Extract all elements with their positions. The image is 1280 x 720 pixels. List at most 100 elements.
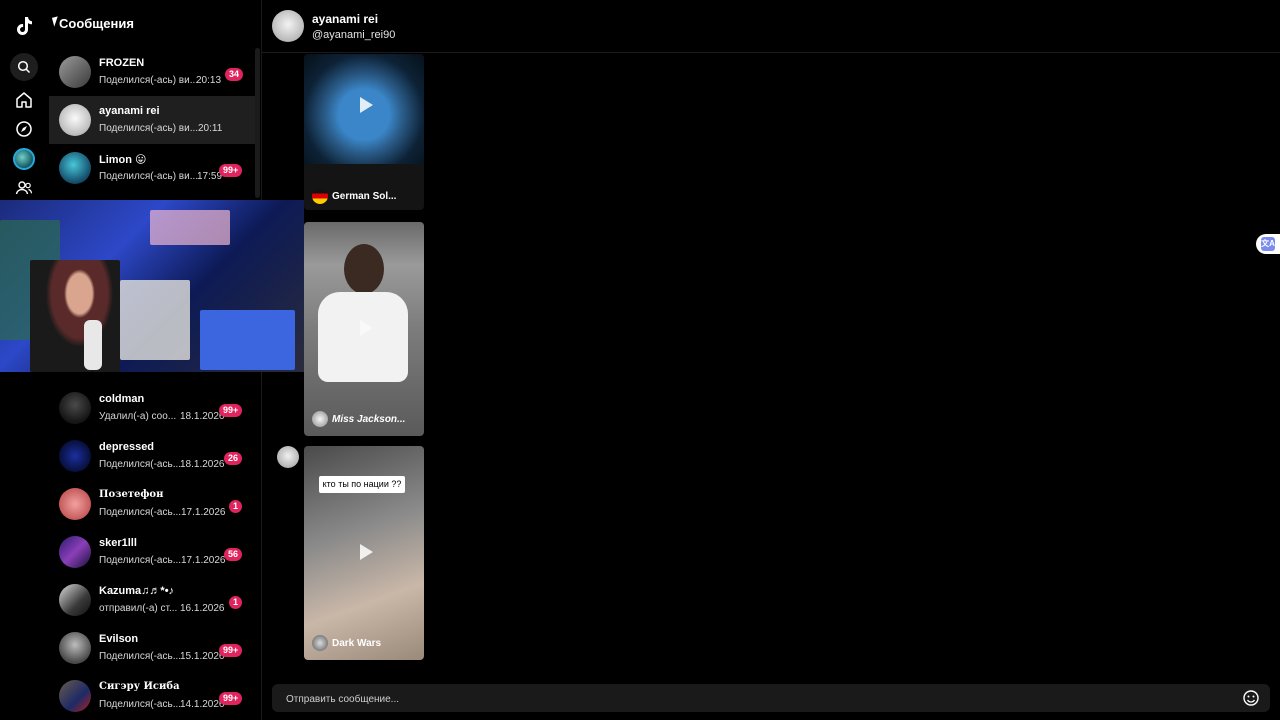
conversation-item[interactable]: Позетефон Поделился(-ась... 17.1.2026 1 <box>49 480 255 528</box>
conversation-time: 18.1.2026 <box>180 411 225 422</box>
globe-avatar-icon[interactable] <box>12 147 36 171</box>
author-avatar <box>312 411 328 427</box>
avatar <box>59 440 91 472</box>
video-caption: Dark Wars <box>312 635 381 651</box>
avatar <box>59 488 91 520</box>
author-avatar <box>312 188 328 204</box>
unread-badge: 1 <box>229 596 242 609</box>
avatar <box>59 392 91 424</box>
conversation-item[interactable]: Limon 😛 Поделился(-ась) ви... 17:59 99+ <box>49 144 255 192</box>
avatar <box>59 152 91 184</box>
home-icon[interactable] <box>12 88 36 112</box>
avatar <box>59 584 91 616</box>
webcam-overlay <box>0 200 304 372</box>
conversation-time: 17:59 <box>197 171 223 182</box>
search-icon[interactable] <box>10 53 38 81</box>
conversation-preview: Поделился(-ась) ви... <box>99 75 199 86</box>
conversation-preview: Поделился(-ась) ви... <box>99 123 199 134</box>
play-icon <box>360 320 373 336</box>
conversation-time: 14.1.2026 <box>180 699 225 710</box>
tiktok-logo-icon[interactable] <box>12 14 36 38</box>
thumbnail-figure <box>344 244 384 294</box>
avatar[interactable] <box>272 10 304 42</box>
conversation-time: 16.1.2026 <box>180 603 225 614</box>
avatar <box>59 56 91 88</box>
conversation-item[interactable]: sker1lll Поделился(-ась... 17.1.2026 56 <box>49 528 255 576</box>
conversation-name: coldman <box>99 393 145 405</box>
unread-badge: 99+ <box>219 644 243 657</box>
video-caption: German Sol... <box>312 188 396 204</box>
video-overlay-text: кто ты по нации ?? <box>319 476 405 493</box>
conversation-time: 20:13 <box>196 75 222 86</box>
conversation-preview: Поделился(-ась... <box>99 459 182 470</box>
translate-icon: 文A <box>1261 237 1275 251</box>
message-composer <box>272 684 1270 714</box>
wall-poster <box>150 210 230 245</box>
sender-avatar[interactable] <box>277 446 299 468</box>
conversation-item[interactable]: Сигэру Исиба Поделился(-ась... 14.1.2026… <box>49 672 255 720</box>
message-input[interactable] <box>284 684 1228 714</box>
caption-text: Miss Jackson... <box>332 413 406 425</box>
chat-handle: @ayanami_rei90 <box>312 29 396 41</box>
unread-badge: 34 <box>225 68 244 81</box>
unread-badge: 99+ <box>219 404 243 417</box>
conversation-item[interactable]: FROZEN Поделился(-ась) ви... 20:13 34 <box>49 48 255 96</box>
caption-text: German Sol... <box>332 190 397 202</box>
conversation-name: Limon 😛 <box>99 154 147 166</box>
author-avatar <box>312 635 328 651</box>
explore-icon[interactable] <box>12 117 36 141</box>
conversation-time: 17.1.2026 <box>181 507 226 518</box>
conversation-name: ayanami rei <box>99 105 160 117</box>
conversation-name: Сигэру Исиба <box>99 681 180 692</box>
emoji-icon[interactable] <box>1242 689 1260 707</box>
conversation-preview: Поделился(-ась... <box>99 507 182 518</box>
shared-video-card[interactable]: кто ты по нации ?? Dark Wars <box>304 446 424 660</box>
conversation-name: FROZEN <box>99 57 145 69</box>
video-caption: Miss Jackson... <box>312 411 405 427</box>
unread-badge: 26 <box>224 452 243 465</box>
wall-poster <box>120 280 190 360</box>
wall-poster <box>200 310 295 370</box>
caption-text: Dark Wars <box>332 637 382 649</box>
conversation-time: 18.1.2026 <box>180 459 225 470</box>
conversation-preview: отправил(-а) ст... <box>99 603 178 614</box>
conversation-preview: Поделился(-ась... <box>99 699 182 710</box>
conversation-preview: Поделился(-ась) ви... <box>99 171 199 182</box>
shared-video-card[interactable]: German Sol... <box>304 54 424 210</box>
conversation-item[interactable]: coldman Удалил(-а) соо... 18.1.2026 99+ <box>49 384 255 432</box>
chat-header: ayanami rei @ayanami_rei90 <box>262 0 1280 53</box>
conversation-time: 20:11 <box>198 123 223 134</box>
avatar <box>59 104 91 136</box>
play-icon <box>360 544 373 560</box>
page-title: Сообщения <box>59 16 134 31</box>
chat-title[interactable]: ayanami rei <box>312 12 378 26</box>
conversation-item[interactable]: Kazuma♫♬*•♪ отправил(-а) ст... 16.1.2026… <box>49 576 255 624</box>
conversation-name: depressed <box>99 441 155 453</box>
unread-badge: 1 <box>229 500 242 513</box>
conversation-preview: Удалил(-а) соо... <box>99 411 177 422</box>
shared-video-card[interactable]: Miss Jackson... <box>304 222 424 436</box>
conversation-item[interactable]: Evilson Поделился(-ась... 15.1.2026 99+ <box>49 624 255 672</box>
friends-icon[interactable] <box>12 176 36 200</box>
thumbnail-figure <box>318 292 408 382</box>
avatar <box>59 536 91 568</box>
play-icon <box>360 97 373 113</box>
microphone <box>84 320 102 370</box>
conversation-time: 15.1.2026 <box>180 651 225 662</box>
conversations-scrollbar[interactable] <box>255 48 260 198</box>
avatar <box>59 632 91 664</box>
conversation-preview: Поделился(-ась... <box>99 651 182 662</box>
conversation-name: Kazuma♫♬*•♪ <box>99 585 175 597</box>
unread-badge: 99+ <box>219 692 243 705</box>
streamer-figure <box>30 260 120 372</box>
translate-button[interactable]: 文A <box>1256 234 1280 254</box>
conversation-time: 17.1.2026 <box>181 555 226 566</box>
conversation-name: Позетефон <box>99 489 164 500</box>
unread-badge: 99+ <box>219 164 243 177</box>
avatar <box>59 680 91 712</box>
conversation-name: sker1lll <box>99 537 137 549</box>
conversation-preview: Поделился(-ась... <box>99 555 182 566</box>
unread-badge: 56 <box>224 548 243 561</box>
conversation-item[interactable]: ayanami rei Поделился(-ась) ви... 20:11 <box>49 96 255 144</box>
conversation-item[interactable]: depressed Поделился(-ась... 18.1.2026 26 <box>49 432 255 480</box>
